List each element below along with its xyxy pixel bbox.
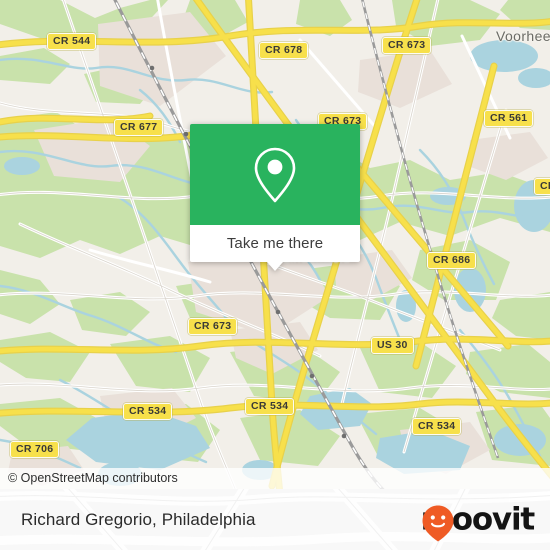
road-shield: CR 544 xyxy=(47,33,97,50)
road-shield: CR 677 xyxy=(114,119,164,136)
take-me-there-label: Take me there xyxy=(226,235,324,252)
road-shield: CR 686 xyxy=(427,252,477,269)
road-shield: CR 673 xyxy=(382,37,432,54)
popup-card-pointer xyxy=(267,262,283,271)
road-shield: CR 534 xyxy=(412,418,462,435)
moovit-smiley-pin-icon xyxy=(422,505,454,541)
road-shield: CR 561 xyxy=(484,110,534,127)
map-pin-icon xyxy=(254,147,296,202)
footer-location-title: Richard Gregorio, Philadelphia xyxy=(21,509,256,529)
road-shield: CR 534 xyxy=(123,403,173,420)
footer-bar: Richard Gregorio, Philadelphia moovit xyxy=(0,489,550,550)
road-shield: CR 678 xyxy=(259,42,309,59)
moovit-map-screenshot: CR 544 CR 678 CR 673 CR 677 CR 673 CR 561 CR CR… xyxy=(0,0,550,550)
location-popup-card[interactable]: Take me there xyxy=(190,124,360,271)
road-shield: CR 534 xyxy=(245,398,295,415)
road-shield: US 30 xyxy=(371,337,414,354)
moovit-logo[interactable]: moovit xyxy=(421,504,535,541)
map-attribution[interactable]: © OpenStreetMap contributors xyxy=(0,468,550,489)
road-shield: CR xyxy=(534,178,550,195)
popup-card-action[interactable]: Take me there xyxy=(190,225,360,271)
road-shield: CR 706 xyxy=(10,441,60,458)
place-label: Voorhees xyxy=(496,28,550,44)
road-shield: CR 673 xyxy=(188,318,238,335)
popup-card-header xyxy=(190,124,360,225)
